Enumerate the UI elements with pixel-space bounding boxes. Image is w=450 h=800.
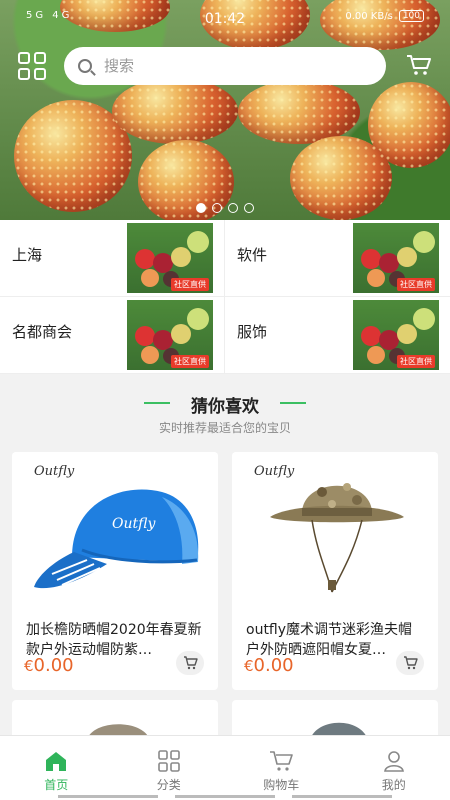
carousel-dot[interactable]	[212, 203, 222, 213]
tab-home[interactable]: 首页	[0, 736, 113, 800]
tab-label: 分类	[156, 778, 181, 792]
category-label: 名都商会	[12, 323, 73, 341]
product-card[interactable]	[232, 700, 438, 740]
category-grid-icon	[157, 750, 180, 772]
banner-fruit	[112, 78, 238, 144]
price-value: 0.00	[33, 655, 74, 676]
currency-symbol: €	[24, 657, 34, 675]
product-card[interactable]: Outfly outfly魔术调节迷彩渔夫帽户外防晒遮阳帽女夏… €0.00	[232, 452, 438, 690]
category-menu-icon[interactable]	[18, 52, 46, 80]
battery-icon: 100	[398, 10, 424, 22]
category-badge: 社区直供	[171, 278, 209, 291]
section-title: 猜你喜欢	[0, 392, 450, 417]
category-badge: 社区直供	[397, 278, 435, 291]
cart-icon	[270, 751, 294, 771]
category-item[interactable]: 服饰 社区直供	[225, 297, 450, 374]
banner-fruit	[238, 80, 360, 144]
tab-label: 首页	[44, 778, 69, 792]
carousel-dot[interactable]	[244, 203, 254, 213]
product-price: €0.00	[24, 655, 74, 676]
category-thumbnail: 社区直供	[127, 300, 213, 370]
hat-image	[87, 724, 150, 740]
product-image: Outfly	[232, 452, 438, 612]
cart-icon	[184, 656, 198, 670]
tab-cart[interactable]: 购物车	[225, 736, 338, 800]
tab-label: 我的	[381, 778, 406, 792]
carousel-dots	[0, 203, 450, 213]
price-value: 0.00	[253, 655, 294, 676]
carousel-dot[interactable]	[228, 203, 238, 213]
category-badge: 社区直供	[397, 355, 435, 368]
category-grid: 上海 社区直供 软件 社区直供 名都商会 社区直供 服饰 社区直供	[0, 220, 450, 374]
category-label: 服饰	[237, 323, 268, 341]
bottom-tab-bar: 首页 分类 购物车 我的	[0, 735, 450, 800]
hat-image	[310, 722, 368, 740]
banner-carousel[interactable]: 5G 4G 01:42 0.00 KB/s 100	[0, 0, 450, 220]
category-thumbnail: 社区直供	[353, 223, 439, 293]
category-item[interactable]: 名都商会 社区直供	[0, 297, 225, 374]
search-input[interactable]	[104, 57, 344, 75]
category-item[interactable]: 上海 社区直供	[0, 220, 225, 297]
status-bar: 5G 4G 01:42 0.00 KB/s 100	[0, 8, 450, 30]
tab-category[interactable]: 分类	[113, 736, 226, 800]
cart-icon[interactable]	[406, 54, 432, 76]
search-bar[interactable]	[64, 47, 386, 85]
net-speed: 0.00 KB/s	[345, 10, 393, 22]
add-to-cart-button[interactable]	[396, 651, 424, 675]
cart-icon	[404, 656, 418, 670]
home-icon	[46, 752, 67, 771]
user-icon	[383, 751, 404, 772]
product-card[interactable]	[12, 700, 218, 740]
product-image: Outfly Outfly	[12, 452, 218, 612]
product-card[interactable]: Outfly Outfly 加长檐防晒帽2020年春夏新款户外运动帽防紫… €0…	[12, 452, 218, 690]
add-to-cart-button[interactable]	[176, 651, 204, 675]
recommend-header: 猜你喜欢 实时推荐最适合您的宝贝	[0, 374, 450, 452]
tab-label: 购物车	[263, 778, 300, 792]
category-badge: 社区直供	[171, 355, 209, 368]
search-icon	[78, 59, 92, 73]
category-thumbnail: 社区直供	[127, 223, 213, 293]
svg-text:Outfly: Outfly	[112, 516, 156, 532]
product-price: €0.00	[244, 655, 294, 676]
currency-symbol: €	[244, 657, 254, 675]
category-label: 上海	[12, 246, 43, 264]
category-thumbnail: 社区直供	[353, 300, 439, 370]
category-item[interactable]: 软件 社区直供	[225, 220, 450, 297]
tab-profile[interactable]: 我的	[338, 736, 450, 800]
status-right: 0.00 KB/s 100	[345, 10, 424, 22]
system-nav-indicator	[0, 795, 450, 798]
section-subtitle: 实时推荐最适合您的宝贝	[158, 421, 291, 435]
carousel-dot[interactable]	[196, 203, 206, 213]
category-label: 软件	[237, 246, 268, 264]
brand-logo: Outfly	[34, 464, 75, 479]
brand-logo: Outfly	[254, 464, 295, 479]
